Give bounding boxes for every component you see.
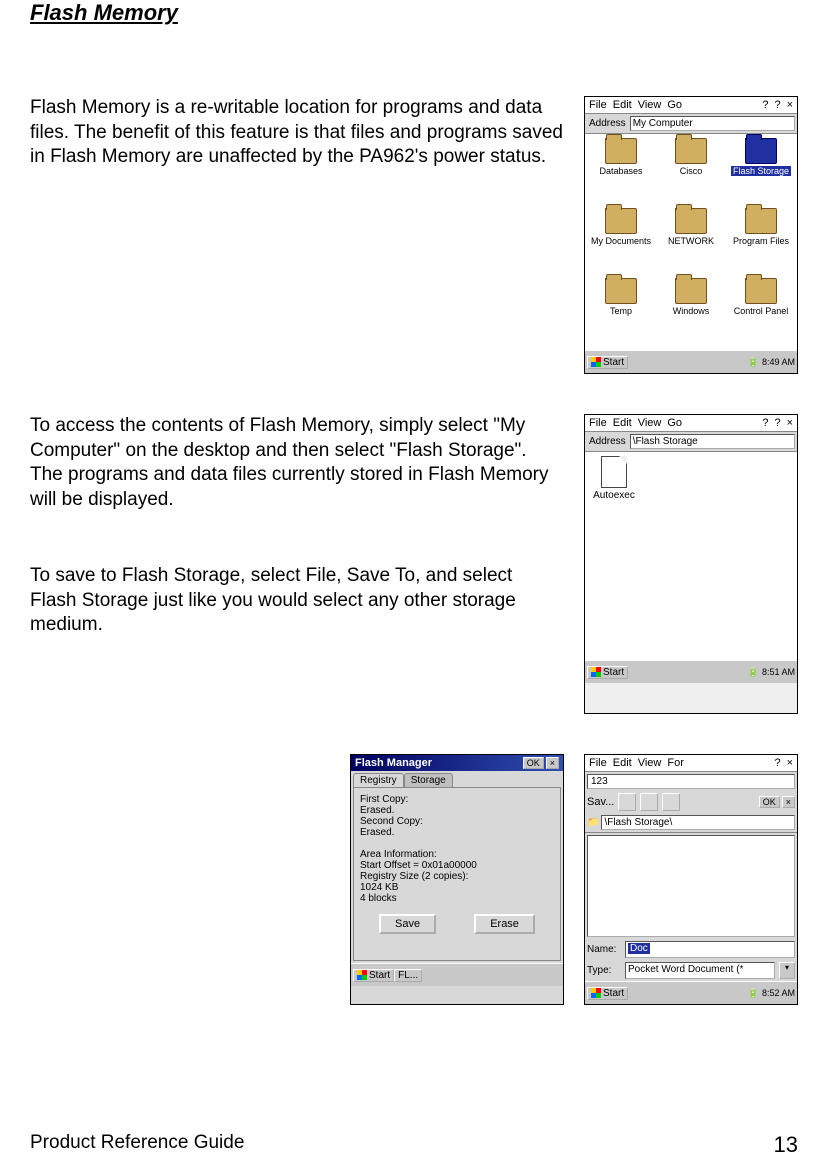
address-value[interactable]: My Computer — [630, 116, 795, 131]
screenshot-flash-manager: Flash Manager OK × Registry Storage Firs… — [350, 754, 564, 1005]
close-icon[interactable]: × — [785, 417, 795, 429]
close-icon[interactable]: × — [785, 99, 795, 111]
menu-go[interactable]: Go — [665, 417, 684, 429]
windows-logo-icon — [591, 667, 601, 677]
address-bar: Address My Computer — [585, 114, 797, 134]
system-tray: 🔋8:51 AM — [748, 667, 795, 678]
type-label: Type: — [587, 965, 621, 976]
close-icon[interactable]: × — [546, 757, 559, 769]
save-label: Sav... — [587, 796, 614, 808]
document-icon — [601, 456, 627, 488]
window-title: Flash Manager — [355, 757, 432, 769]
windows-logo-icon — [591, 988, 601, 998]
folder-icon: 📁 — [587, 817, 599, 828]
taskbar: Start FL... — [351, 963, 563, 986]
type-field[interactable]: Pocket Word Document (* — [625, 962, 775, 979]
tab-storage[interactable]: Storage — [404, 773, 453, 787]
address-label: Address — [587, 118, 628, 129]
list-icon[interactable] — [640, 793, 658, 811]
menubar: File Edit View Go ? ? × — [585, 415, 797, 432]
address-value[interactable]: \Flash Storage — [630, 434, 795, 449]
start-button[interactable]: Start — [353, 969, 394, 982]
menu-help[interactable]: ? — [760, 417, 770, 429]
page-footer: Product Reference Guide 13 — [30, 1132, 798, 1158]
address-bar: Address \Flash Storage — [585, 432, 797, 452]
tabstrip: Registry Storage — [351, 771, 563, 787]
address-label: Address — [587, 436, 628, 447]
menu-view[interactable]: View — [636, 417, 664, 429]
folder-control-panel[interactable]: Control Panel — [727, 278, 795, 346]
folder-network[interactable]: NETWORK — [657, 208, 725, 276]
start-button[interactable]: Start — [587, 666, 628, 679]
menubar: File Edit View Go ? ? × — [585, 97, 797, 114]
path-value[interactable]: \Flash Storage\ — [601, 815, 795, 830]
system-tray: 🔋8:49 AM — [748, 357, 795, 368]
path-bar: 📁 \Flash Storage\ — [585, 813, 797, 833]
info-panel: First Copy: Erased. Second Copy: Erased.… — [353, 787, 561, 961]
paragraph-2: To access the contents of Flash Memory, … — [30, 414, 564, 564]
menu-edit[interactable]: Edit — [611, 417, 634, 429]
clock: 8:49 AM — [762, 357, 795, 367]
icon-grid: Databases Cisco Flash Storage My Documen… — [585, 134, 797, 350]
folder-temp[interactable]: Temp — [587, 278, 655, 346]
windows-logo-icon — [357, 970, 367, 980]
menu-file[interactable]: File — [587, 417, 609, 429]
page-title: Flash Memory — [30, 0, 798, 26]
file-autoexec[interactable]: Autoexec — [589, 456, 639, 501]
ok-button[interactable]: OK — [759, 796, 780, 808]
taskbar: Start 🔋8:51 AM — [585, 660, 797, 683]
menu-go[interactable]: Go — [665, 99, 684, 111]
menu-edit[interactable]: Edit — [611, 757, 634, 769]
erase-button[interactable]: Erase — [474, 914, 535, 934]
menu-view[interactable]: View — [636, 99, 664, 111]
screenshot-save-dialog: File Edit View For ? × 123 Sav... OK × 📁 — [584, 754, 798, 1005]
file-list-pane[interactable] — [587, 835, 795, 937]
folder-cisco[interactable]: Cisco — [657, 138, 725, 206]
start-button[interactable]: Start — [587, 987, 628, 1000]
close-icon[interactable]: × — [782, 796, 795, 808]
chevron-down-icon[interactable]: ▾ — [779, 962, 795, 979]
windows-logo-icon — [591, 357, 601, 367]
name-field[interactable]: Doc — [625, 941, 795, 958]
footer-text: Product Reference Guide — [30, 1132, 244, 1158]
menu-help2[interactable]: ? — [772, 99, 782, 111]
menu-help[interactable]: ? — [760, 99, 770, 111]
screenshot-flash-storage: File Edit View Go ? ? × Address \Flash S… — [584, 414, 798, 714]
up-icon[interactable] — [618, 793, 636, 811]
ok-button[interactable]: OK — [523, 757, 544, 769]
start-button[interactable]: Start — [587, 356, 628, 369]
folder-databases[interactable]: Databases — [587, 138, 655, 206]
paragraph-1: Flash Memory is a re-writable location f… — [30, 96, 564, 374]
taskbar: Start 🔋8:49 AM — [585, 350, 797, 373]
folder-my-documents[interactable]: My Documents — [587, 208, 655, 276]
doc-field[interactable]: 123 — [587, 774, 795, 789]
menu-view[interactable]: View — [636, 757, 664, 769]
save-button[interactable]: Save — [379, 914, 436, 934]
paragraph-3: To save to Flash Storage, select File, S… — [30, 564, 564, 714]
page-number: 13 — [774, 1132, 798, 1158]
menu-for[interactable]: For — [665, 757, 686, 769]
taskbar: Start 🔋8:52 AM — [585, 981, 797, 1004]
menu-file[interactable]: File — [587, 99, 609, 111]
titlebar: Flash Manager OK × — [351, 755, 563, 771]
details-icon[interactable] — [662, 793, 680, 811]
menu-help2[interactable]: ? — [772, 417, 782, 429]
menu-file[interactable]: File — [587, 757, 609, 769]
name-label: Name: — [587, 944, 621, 955]
screenshot-my-computer: File Edit View Go ? ? × Address My Compu… — [584, 96, 798, 374]
task-button[interactable]: FL... — [394, 969, 422, 982]
folder-flash-storage[interactable]: Flash Storage — [727, 138, 795, 206]
file-list: Autoexec — [585, 452, 797, 660]
menu-edit[interactable]: Edit — [611, 99, 634, 111]
folder-windows[interactable]: Windows — [657, 278, 725, 346]
folder-program-files[interactable]: Program Files — [727, 208, 795, 276]
clock: 8:52 AM — [762, 988, 795, 998]
menubar: File Edit View For ? × — [585, 755, 797, 772]
clock: 8:51 AM — [762, 667, 795, 677]
system-tray: 🔋8:52 AM — [748, 988, 795, 999]
menu-help[interactable]: ? — [772, 757, 782, 769]
close-icon[interactable]: × — [785, 757, 795, 769]
tab-registry[interactable]: Registry — [353, 773, 404, 787]
